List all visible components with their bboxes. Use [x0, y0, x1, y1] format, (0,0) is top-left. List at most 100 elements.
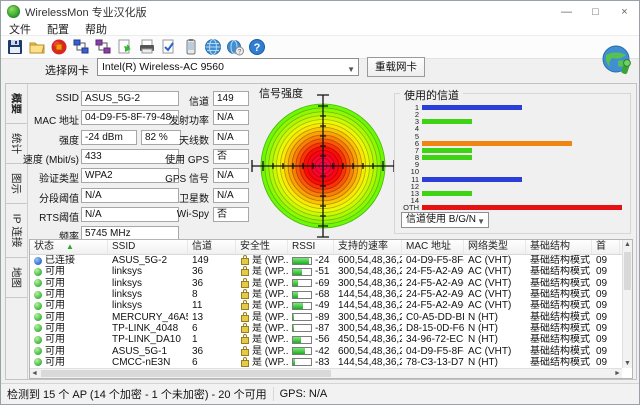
cell-text: 8 — [192, 289, 198, 300]
rssi-meter — [292, 257, 312, 265]
cell: 是 (WP... — [236, 266, 288, 277]
field-value: -24 dBm — [81, 130, 137, 145]
field-label: RTS阈值 — [39, 209, 79, 224]
tab-IP 连接[interactable]: IP 连接 — [6, 204, 27, 258]
column-header-3[interactable]: 信道 — [188, 240, 236, 254]
column-header-9[interactable]: 基础结构 — [526, 240, 592, 254]
scroll-right-icon[interactable]: ► — [613, 370, 622, 377]
horizontal-scrollbar[interactable]: ◄ ► — [30, 368, 622, 378]
cell: 600,54,48,36,24... — [334, 255, 402, 266]
signal-polar-chart — [251, 93, 395, 239]
cell: 34-96-72-EC-DA... — [402, 334, 464, 345]
cell-text: 450,54,48,36,24... — [338, 334, 402, 345]
export-icon[interactable] — [114, 36, 136, 58]
lock-icon — [241, 258, 249, 265]
stop-icon[interactable] — [48, 36, 70, 58]
cell: 04-D9-F5-8F-79... — [402, 255, 464, 266]
table-row[interactable]: 已连接ASUS_5G-2149是 (WP...-24600,54,48,36,2… — [30, 255, 632, 266]
cell: 基础结构模式 — [526, 300, 592, 311]
cell: AC (VHT) — [464, 289, 526, 300]
cell: 基础结构模式 — [526, 334, 592, 345]
network-purple-icon[interactable] — [92, 36, 114, 58]
window-title: WirelessMon 专业汉化版 — [25, 4, 147, 20]
cell: 基础结构模式 — [526, 255, 592, 266]
tab-图示[interactable]: 图示 — [6, 164, 27, 204]
status-icon — [34, 358, 42, 366]
save-icon[interactable] — [4, 36, 26, 58]
cell-text: 34-96-72-EC-DA... — [406, 334, 464, 345]
cell-text: -89 — [315, 312, 329, 323]
tab-地图[interactable]: 地图 — [6, 258, 27, 298]
cell-text: 可用 — [45, 300, 65, 311]
print-icon[interactable] — [136, 36, 158, 58]
cell-text: 基础结构模式 — [530, 289, 590, 300]
verify-icon[interactable] — [158, 36, 180, 58]
scroll-up-icon[interactable]: ▲ — [623, 241, 632, 248]
minimize-button[interactable]: — — [552, 1, 581, 22]
scroll-left-icon[interactable]: ◄ — [30, 370, 39, 377]
table-row[interactable]: 可用linksys8是 (WP...-68144,54,48,36,24...2… — [30, 289, 632, 300]
tab-label: 概要 — [9, 93, 24, 114]
channel-label: OTH — [395, 204, 419, 211]
cell: 450,54,48,36,24... — [334, 334, 402, 345]
reload-nic-button[interactable]: 重载网卡 — [367, 57, 425, 77]
lock-icon — [241, 292, 249, 299]
table-row[interactable]: 可用TP-LINK_40486是 (WP...-87300,54,48,36,2… — [30, 323, 632, 334]
cell: 是 (WP... — [236, 289, 288, 300]
cell-text: 基础结构模式 — [530, 312, 590, 323]
column-header-7[interactable]: MAC 地址 — [402, 240, 464, 254]
column-header-10[interactable]: 首 — [592, 240, 620, 254]
table-row[interactable]: 可用ASUS_5G-136是 (WP...-42600,54,48,36,24.… — [30, 345, 632, 356]
tab-概要[interactable]: 概要 — [6, 84, 27, 124]
table-row[interactable]: 可用CMCC-nE3N6是 (WP...-83144,54,48,36,24..… — [30, 357, 632, 368]
hscroll-thumb[interactable] — [41, 370, 331, 377]
vertical-scrollbar[interactable]: ▲ ▼ — [622, 240, 632, 368]
vscroll-thumb[interactable] — [624, 252, 631, 290]
channel-row: 10 — [395, 168, 630, 175]
scroll-down-icon[interactable]: ▼ — [623, 360, 632, 367]
column-header-5[interactable]: RSSI — [288, 240, 334, 254]
field-row: GPS 信号N/A — [151, 168, 249, 185]
globe-icon[interactable] — [202, 36, 224, 58]
chevron-down-icon: ▼ — [347, 62, 355, 76]
help-icon[interactable]: ? — [246, 36, 268, 58]
cell: 300,54,48,36,24... — [334, 266, 402, 277]
maximize-button[interactable]: □ — [581, 1, 610, 22]
close-button[interactable]: × — [610, 1, 639, 22]
open-icon[interactable] — [26, 36, 48, 58]
cell: -87 — [288, 323, 334, 334]
table-row[interactable]: 可用MERCURY_46A513是 (WP...-89300,54,48,36,… — [30, 311, 632, 322]
lock-icon — [241, 349, 249, 356]
cell: 是 (WP... — [236, 345, 288, 356]
column-header-8[interactable]: 网络类型 — [464, 240, 526, 254]
status-icon — [34, 347, 42, 355]
table-row[interactable]: 可用TP-LINK_DA101是 (WP...-56450,54,48,36,2… — [30, 334, 632, 345]
cell: linksys — [108, 300, 188, 311]
cell: 36 — [188, 278, 236, 289]
cell-text: 6 — [192, 323, 198, 334]
cell-text: 基础结构模式 — [530, 346, 590, 357]
column-header-2[interactable]: SSID — [108, 240, 188, 254]
cell: 300,54,48,36,24... — [334, 323, 402, 334]
cell-text: 144,54,48,36,24... — [338, 357, 402, 368]
cell-text: AC (VHT) — [468, 266, 511, 277]
nic-select[interactable]: Intel(R) Wireless-AC 9560 ▼ — [97, 58, 359, 76]
channel-bar — [422, 148, 472, 153]
cell-text: ASUS_5G-2 — [112, 255, 167, 266]
column-header-1[interactable]: 状态▲ — [30, 240, 108, 254]
column-header-6[interactable]: 支持的速率 — [334, 240, 402, 254]
cell-text: -24 — [315, 255, 329, 266]
channel-usage-select[interactable]: 信道使用 B/G/N ▼ — [401, 212, 489, 228]
cell-text: 基础结构模式 — [530, 334, 590, 345]
cell-text: 6 — [192, 357, 198, 368]
cell: 基础结构模式 — [526, 323, 592, 334]
channel-row: 11 — [395, 176, 630, 183]
globe-help-icon[interactable]: ? — [224, 36, 246, 58]
cell-text: 是 (WP... — [252, 334, 288, 345]
column-header-4[interactable]: 安全性 — [236, 240, 288, 254]
table-row[interactable]: 可用linksys11是 (WP...-49144,54,48,36,24...… — [30, 300, 632, 311]
network-blue-icon[interactable] — [70, 36, 92, 58]
table-row[interactable]: 可用linksys36是 (WP...-69300,54,48,36,24...… — [30, 278, 632, 289]
table-row[interactable]: 可用linksys36是 (WP...-51300,54,48,36,24...… — [30, 266, 632, 277]
device-icon[interactable] — [180, 36, 202, 58]
